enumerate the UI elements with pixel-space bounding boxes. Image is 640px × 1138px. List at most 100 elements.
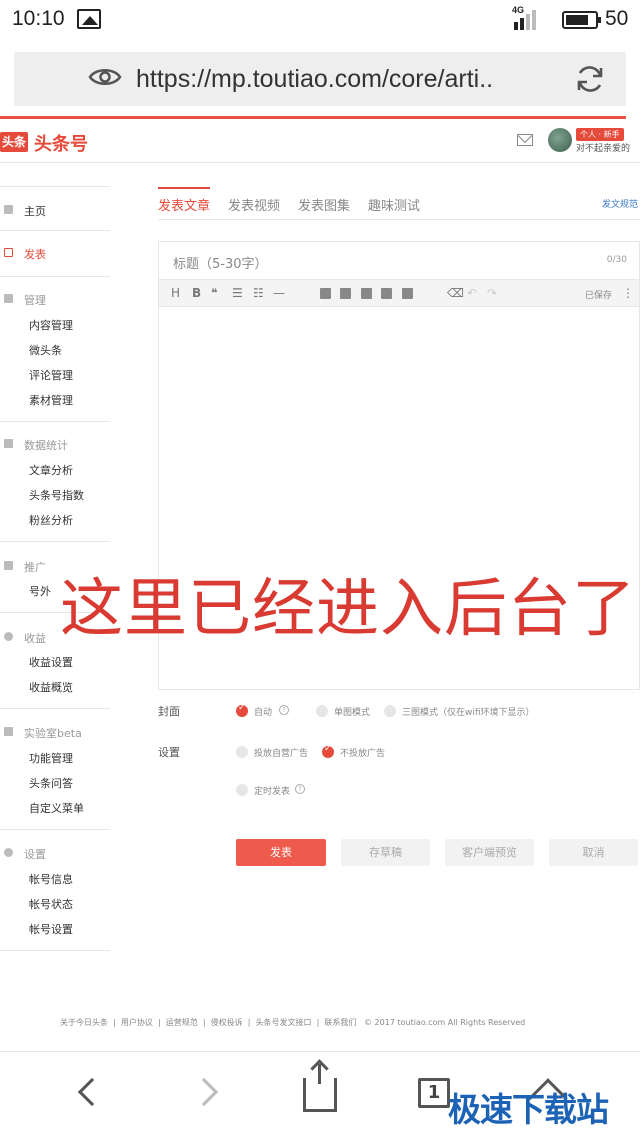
logo-box[interactable]: 头条 [0, 132, 28, 152]
sidebar-head-promo: 推广 [24, 561, 46, 574]
divider-icon[interactable]: — [273, 286, 285, 300]
avatar[interactable] [548, 128, 572, 152]
numbered-list-icon[interactable]: ☷ [253, 286, 264, 300]
sidebar-item-comments[interactable]: 评论管理 [29, 367, 73, 383]
sidebar-item-custom-menu[interactable]: 自定义菜单 [29, 800, 84, 816]
sidebar-item-account-settings[interactable]: 帐号设置 [29, 921, 73, 937]
footer-link-contact[interactable]: 联系我们 [324, 1018, 356, 1027]
video-icon[interactable] [361, 288, 372, 299]
footer-link-complaint[interactable]: 侵权投诉 [211, 1018, 243, 1027]
tab-publish-video[interactable]: 发表视频 [228, 195, 280, 214]
user-name[interactable]: 对不起亲爱的 [576, 141, 630, 154]
sidebar-item-qa[interactable]: 头条问答 [29, 775, 73, 791]
status-time: 10:10 [12, 7, 65, 30]
self-ads-radio[interactable] [236, 746, 248, 758]
active-tab-indicator [158, 187, 210, 189]
address-bar[interactable]: https://mp.toutiao.com/core/arti.. [14, 52, 626, 106]
mail-icon[interactable] [517, 134, 533, 146]
gallery-insert-icon[interactable] [402, 288, 413, 299]
sidebar-item-income-overview[interactable]: 收益概览 [29, 679, 73, 695]
url-text[interactable]: https://mp.toutiao.com/core/arti.. [136, 65, 493, 94]
eraser-icon[interactable]: ⌫ [447, 286, 464, 300]
back-icon[interactable] [77, 1077, 107, 1107]
footer-link-rules[interactable]: 运营规范 [166, 1018, 198, 1027]
sidebar-divider [0, 421, 110, 422]
help-icon[interactable]: ? [279, 705, 289, 715]
bullet-list-icon[interactable]: ☰ [232, 286, 243, 300]
settings-label: 设置 [158, 746, 180, 759]
sidebar-item-haowai[interactable]: 号外 [29, 583, 51, 599]
logo-text[interactable]: 头条号 [34, 130, 88, 156]
cancel-button[interactable]: 取消 [549, 839, 638, 866]
cover-single-label[interactable]: 单图模式 [334, 705, 370, 718]
audio-icon[interactable] [381, 288, 392, 299]
sidebar-item-content[interactable]: 内容管理 [29, 317, 73, 333]
title-input[interactable]: 标题（5-30字） [173, 253, 268, 272]
no-ads-radio[interactable] [322, 744, 334, 758]
heading-icon[interactable]: H [171, 286, 180, 300]
help-icon[interactable]: ? [295, 784, 305, 794]
sidebar-divider [0, 541, 110, 542]
forward-icon[interactable] [189, 1077, 219, 1107]
scheduled-checkbox[interactable] [236, 784, 248, 796]
sidebar-item-income-settings[interactable]: 收益设置 [29, 654, 73, 670]
sidebar-head-lab: 实验室beta [24, 727, 82, 740]
cover-auto-radio[interactable] [236, 703, 248, 717]
gallery-icon [77, 9, 101, 29]
no-ads-label[interactable]: 不投放广告 [340, 746, 385, 759]
undo-icon[interactable]: ↶ [467, 286, 477, 300]
tab-quiz[interactable]: 趣味测试 [368, 195, 420, 214]
sidebar-item-index[interactable]: 头条号指数 [29, 487, 84, 503]
sidebar-divider [0, 708, 110, 709]
save-status: 已保存 [585, 291, 613, 301]
preview-button[interactable]: 客户端预览 [445, 839, 534, 866]
rules-link[interactable]: 发文规范 [602, 197, 638, 210]
flask-icon [4, 727, 13, 736]
image-icon[interactable] [340, 288, 351, 299]
scheduled-label[interactable]: 定时发表 [254, 784, 290, 797]
cover-auto-label[interactable]: 自动 [254, 705, 272, 718]
network-type: 4G [512, 5, 525, 15]
sidebar-item-account-status[interactable]: 帐号状态 [29, 896, 73, 912]
self-ads-label[interactable]: 投放自营广告 [254, 746, 308, 759]
megaphone-icon [4, 561, 13, 570]
sidebar-item-account-info[interactable]: 帐号信息 [29, 871, 73, 887]
tab-publish-article[interactable]: 发表文章 [158, 195, 210, 214]
more-icon[interactable]: ⋮ [622, 286, 634, 300]
sidebar-item-features[interactable]: 功能管理 [29, 750, 73, 766]
save-draft-button[interactable]: 存草稿 [341, 839, 430, 866]
sidebar-item-fans[interactable]: 粉丝分析 [29, 512, 73, 528]
tab-publish-gallery[interactable]: 发表图集 [298, 195, 350, 214]
stats-icon [4, 439, 13, 448]
eye-icon[interactable] [88, 66, 122, 88]
footer-link-about[interactable]: 关于今日头条 [60, 1018, 108, 1027]
tabs-icon[interactable]: 1 [418, 1078, 450, 1108]
reload-icon[interactable] [574, 63, 606, 95]
sidebar-divider [0, 230, 110, 231]
sidebar-item-weitoutiao[interactable]: 微头条 [29, 342, 62, 358]
status-bar: 10:10 4G 50 [0, 0, 640, 40]
sidebar-item-home[interactable]: 主页 [24, 203, 46, 219]
sidebar-head-income: 收益 [24, 632, 46, 645]
sidebar-item-materials[interactable]: 素材管理 [29, 392, 73, 408]
footer-link-api[interactable]: 头条号发文接口 [256, 1018, 312, 1027]
cover-triple-label[interactable]: 三图模式（仅在wifi环境下显示） [402, 705, 535, 718]
publish-button[interactable]: 发表 [236, 839, 326, 866]
sidebar-head-manage: 管理 [24, 294, 46, 307]
bold-icon[interactable]: B [192, 286, 201, 300]
cover-single-radio[interactable] [316, 705, 328, 717]
header-divider [0, 162, 640, 163]
share-icon[interactable] [303, 1064, 337, 1112]
cover-triple-radio[interactable] [384, 705, 396, 717]
sidebar-divider [0, 829, 110, 830]
sidebar-item-publish[interactable]: 发表 [24, 246, 46, 262]
sidebar-divider [0, 950, 110, 951]
footer-copyright: © 2017 toutiao.com All Rights Reserved [364, 1018, 526, 1027]
sidebar-item-article-analysis[interactable]: 文章分析 [29, 462, 73, 478]
document-icon[interactable] [320, 288, 331, 299]
redo-icon[interactable]: ↷ [487, 286, 497, 300]
sidebar-head-settings: 设置 [24, 848, 46, 861]
footer-link-agreement[interactable]: 用户协议 [121, 1018, 153, 1027]
quote-icon[interactable]: ❝ [211, 286, 217, 300]
title-counter: 0/30 [606, 255, 627, 265]
